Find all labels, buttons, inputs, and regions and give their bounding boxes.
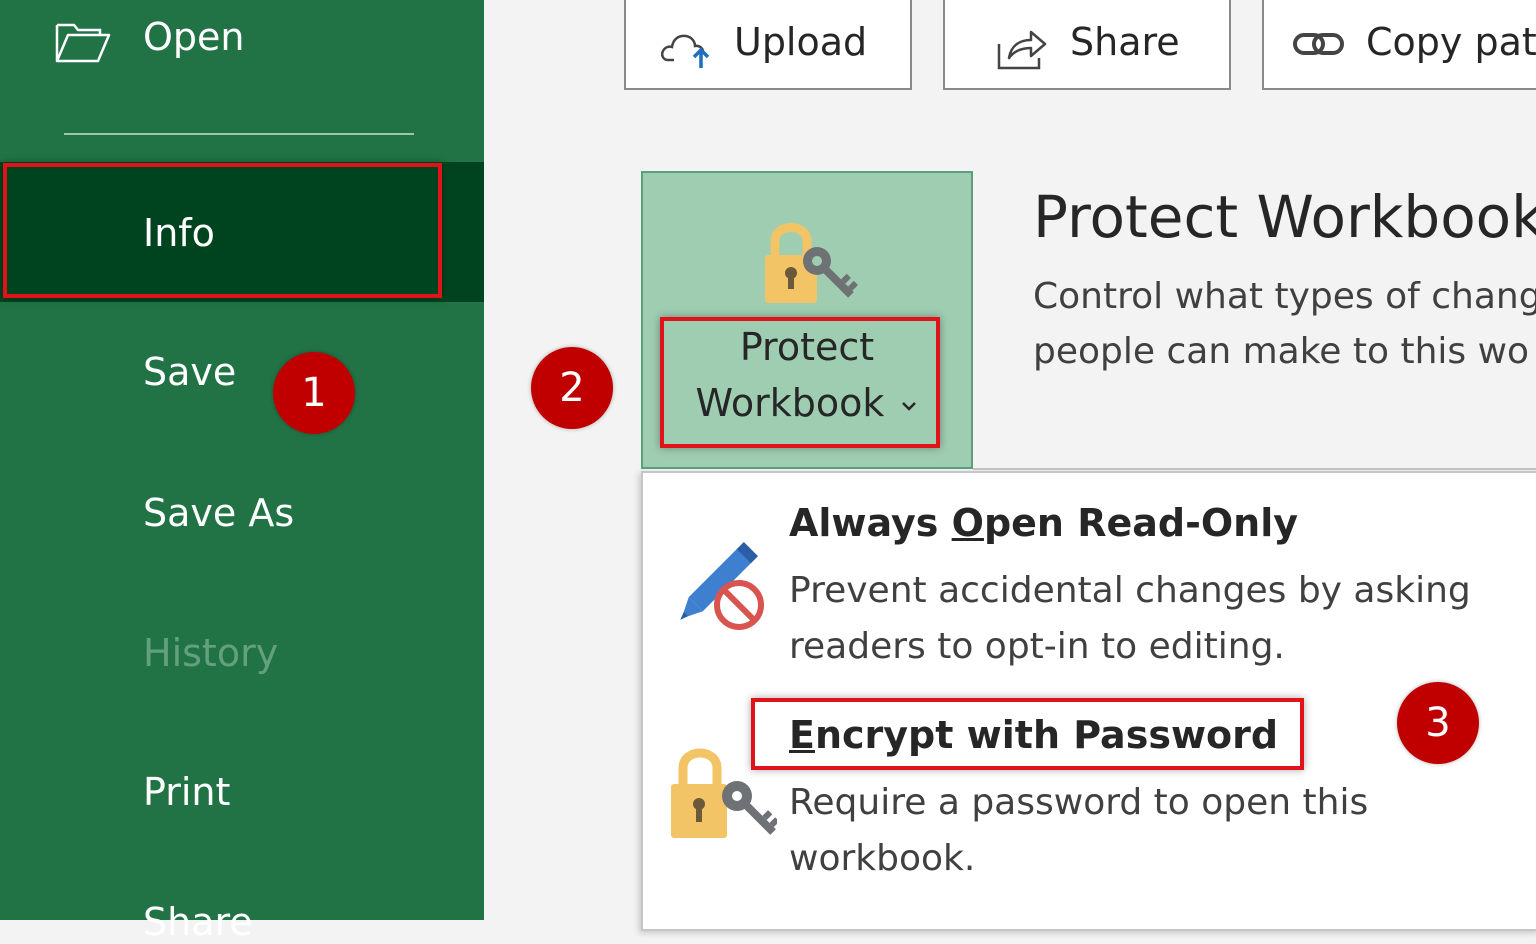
upload-label: Upload — [734, 20, 868, 64]
menu-title-text: ncrypt with Password — [814, 713, 1279, 757]
copy-path-label: Copy pat — [1366, 20, 1536, 64]
share-button[interactable]: Share — [943, 0, 1231, 90]
sidebar-item-save-as[interactable]: Save As — [0, 491, 484, 551]
step-marker-2: 2 — [531, 347, 613, 429]
sidebar-item-info[interactable]: Info — [0, 162, 484, 302]
sidebar-item-label: Share — [143, 900, 253, 944]
pane-divider — [973, 468, 1536, 470]
sidebar-item-save[interactable]: Save — [0, 350, 484, 410]
protect-workbook-label-line1: Protect — [739, 325, 875, 369]
link-icon — [1293, 33, 1344, 55]
menu-item-description-line1: Prevent accidental changes by asking — [789, 570, 1471, 611]
sidebar-item-label: History — [143, 631, 279, 675]
protect-workbook-label-line2: Workbook — [695, 381, 885, 425]
menu-title-mnemonic: O — [951, 501, 984, 545]
sidebar-item-print[interactable]: Print — [0, 770, 484, 830]
backstage-sidebar: Open Info Save Save As History Print Sha… — [0, 0, 484, 944]
protect-workbook-button[interactable]: Protect Workbook — [641, 171, 973, 469]
lock-key-icon — [765, 223, 859, 303]
menu-item-description-line2: readers to opt-in to editing. — [789, 626, 1285, 667]
share-label: Share — [1070, 20, 1180, 64]
copy-path-button[interactable]: Copy pat — [1262, 0, 1536, 90]
sidebar-item-open[interactable]: Open — [0, 15, 484, 75]
upload-button[interactable]: Upload — [624, 0, 912, 90]
protect-description-line1: Control what types of chang — [1033, 276, 1536, 317]
protect-description-line2: people can make to this wo — [1033, 331, 1530, 372]
protect-workbook-dropdown: Always Open Read-Only Prevent accidental… — [641, 471, 1536, 931]
folder-open-icon — [55, 23, 111, 63]
cloud-upload-icon — [660, 34, 710, 68]
lock-key-icon — [671, 748, 777, 838]
menu-title-text: Always — [789, 501, 952, 545]
chevron-down-icon — [902, 401, 917, 411]
menu-item-title: Encrypt with Password — [789, 713, 1278, 757]
share-icon — [997, 30, 1047, 70]
menu-title-text: pen Read-Only — [983, 501, 1299, 545]
pencil-no-edit-icon — [680, 541, 764, 630]
menu-item-title: Always Open Read-Only — [789, 501, 1298, 545]
step-marker-3: 3 — [1397, 682, 1479, 764]
protect-workbook-label-row: Workbook — [643, 381, 971, 425]
sidebar-item-label: Save As — [143, 491, 295, 535]
page-title: Protect Workbook — [1033, 183, 1536, 251]
menu-item-always-open-read-only[interactable]: Always Open Read-Only Prevent accidental… — [643, 473, 1536, 683]
sidebar-item-label: Save — [143, 350, 237, 394]
sidebar-item-label: Open — [143, 15, 245, 59]
sidebar-item-share[interactable]: Share — [0, 900, 484, 944]
step-marker-1: 1 — [273, 352, 355, 434]
menu-item-description-line2: workbook. — [789, 838, 976, 879]
menu-item-description-line1: Require a password to open this — [789, 782, 1369, 823]
menu-title-mnemonic: E — [789, 713, 815, 757]
sidebar-item-label: Info — [143, 211, 215, 255]
sidebar-item-label: Print — [143, 770, 231, 814]
sidebar-divider — [64, 133, 414, 135]
sidebar-item-history: History — [0, 631, 484, 691]
